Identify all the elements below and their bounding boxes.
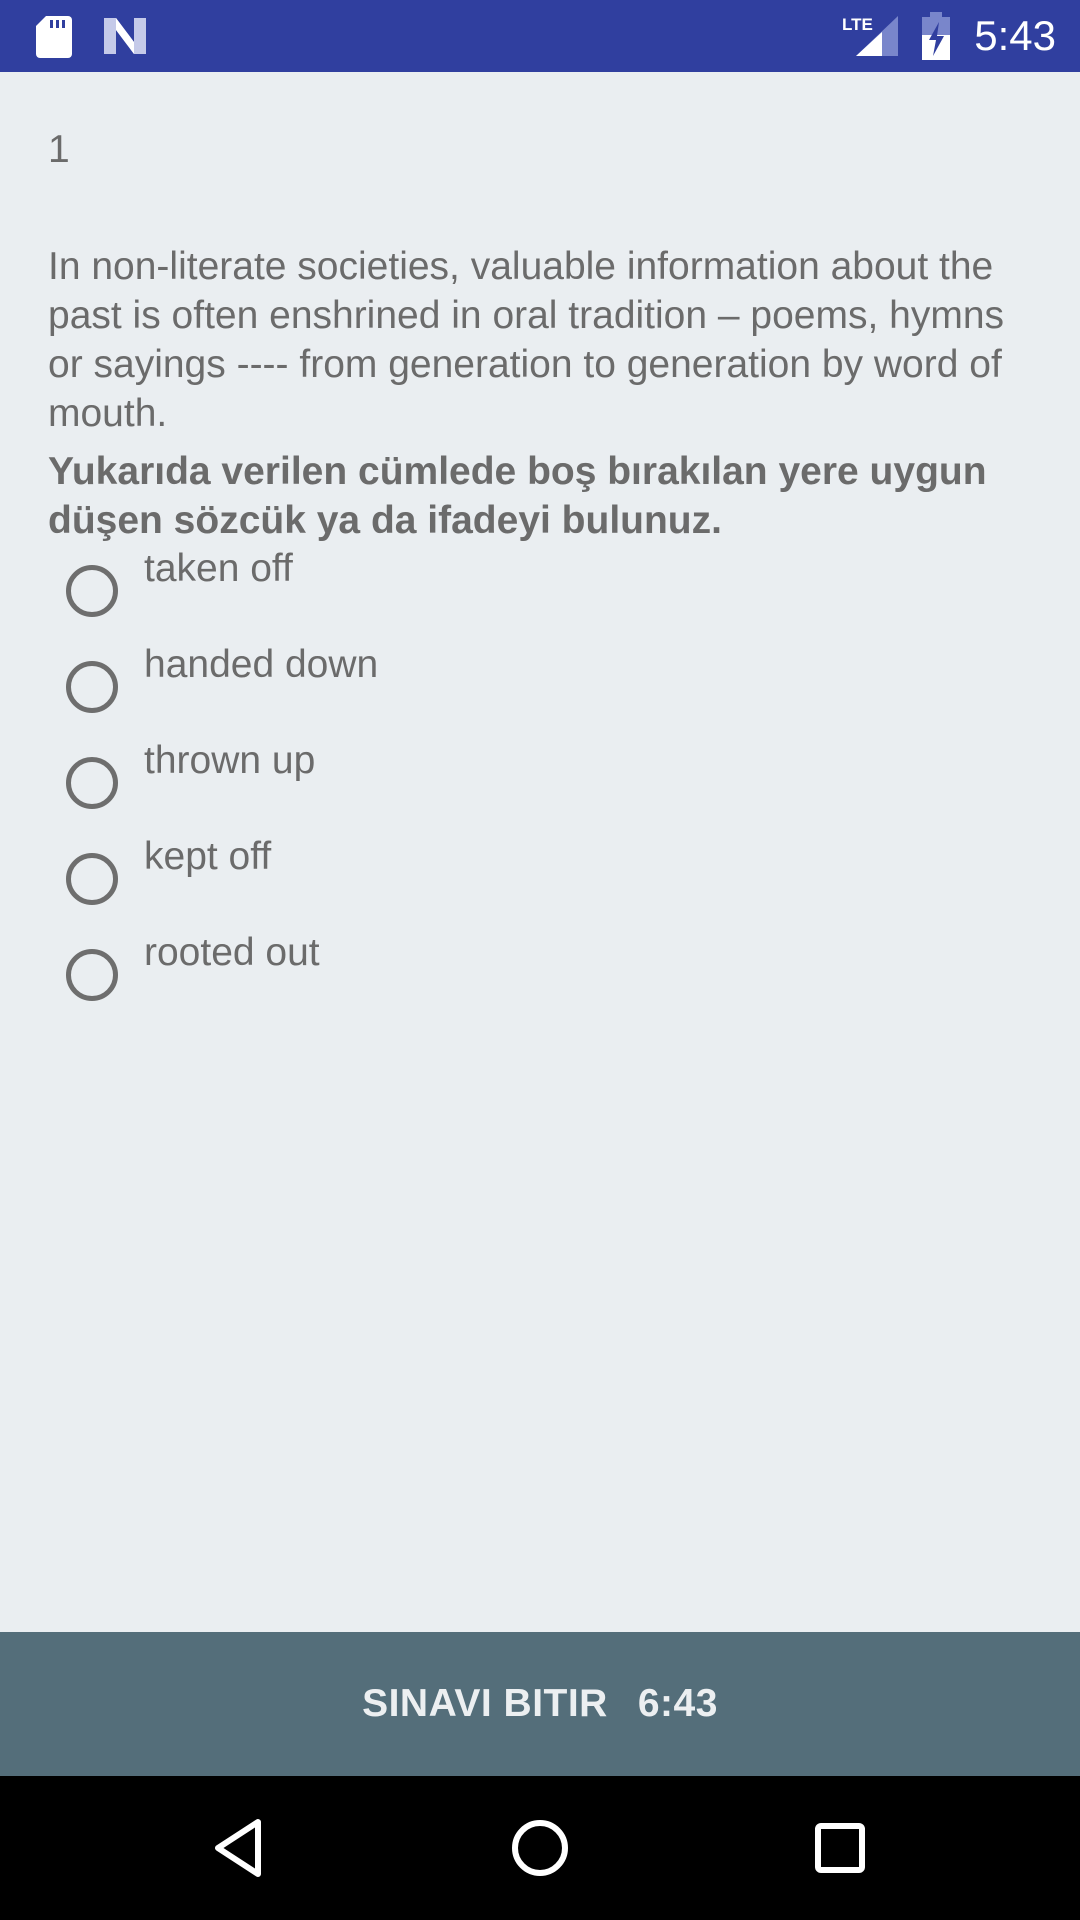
question-instruction: Yukarıda verilen cümlede boş bırakılan y… — [48, 450, 987, 542]
lte-signal-icon: LTE — [842, 15, 898, 56]
finish-exam-button[interactable]: SINAVI BITIR 6:43 — [0, 1632, 1080, 1776]
radio-button[interactable] — [66, 853, 118, 905]
radio-button[interactable] — [66, 757, 118, 809]
n-logo-icon — [104, 18, 146, 54]
radio-button[interactable] — [66, 949, 118, 1001]
option-a[interactable]: taken off — [62, 547, 962, 645]
exam-timer: 6:43 — [637, 1682, 718, 1725]
option-c[interactable]: thrown up — [62, 739, 962, 837]
radio-button[interactable] — [66, 661, 118, 713]
status-bar: LTE 5:43 — [0, 0, 1080, 72]
option-label[interactable]: rooted out — [144, 929, 320, 977]
finish-exam-label: SINAVI BITIR — [362, 1682, 608, 1725]
option-e[interactable]: rooted out — [62, 931, 962, 1029]
navigation-bar — [0, 1776, 1080, 1920]
option-label[interactable]: handed down — [144, 641, 378, 689]
question-number: 1 — [48, 128, 70, 171]
option-b[interactable]: handed down — [62, 643, 962, 741]
battery-charging-icon — [922, 12, 950, 60]
status-time: 5:43 — [974, 12, 1056, 59]
option-label[interactable]: kept off — [144, 833, 271, 881]
option-d[interactable]: kept off — [62, 835, 962, 933]
home-icon[interactable] — [504, 1812, 576, 1884]
option-label[interactable]: thrown up — [144, 737, 315, 785]
recents-icon[interactable] — [804, 1812, 876, 1884]
option-label[interactable]: taken off — [144, 545, 293, 593]
question-text: In non-literate societies, valuable info… — [48, 245, 1005, 435]
back-icon[interactable] — [204, 1812, 276, 1884]
svg-text:LTE: LTE — [842, 15, 873, 34]
radio-button[interactable] — [66, 565, 118, 617]
sd-card-icon — [36, 16, 72, 58]
